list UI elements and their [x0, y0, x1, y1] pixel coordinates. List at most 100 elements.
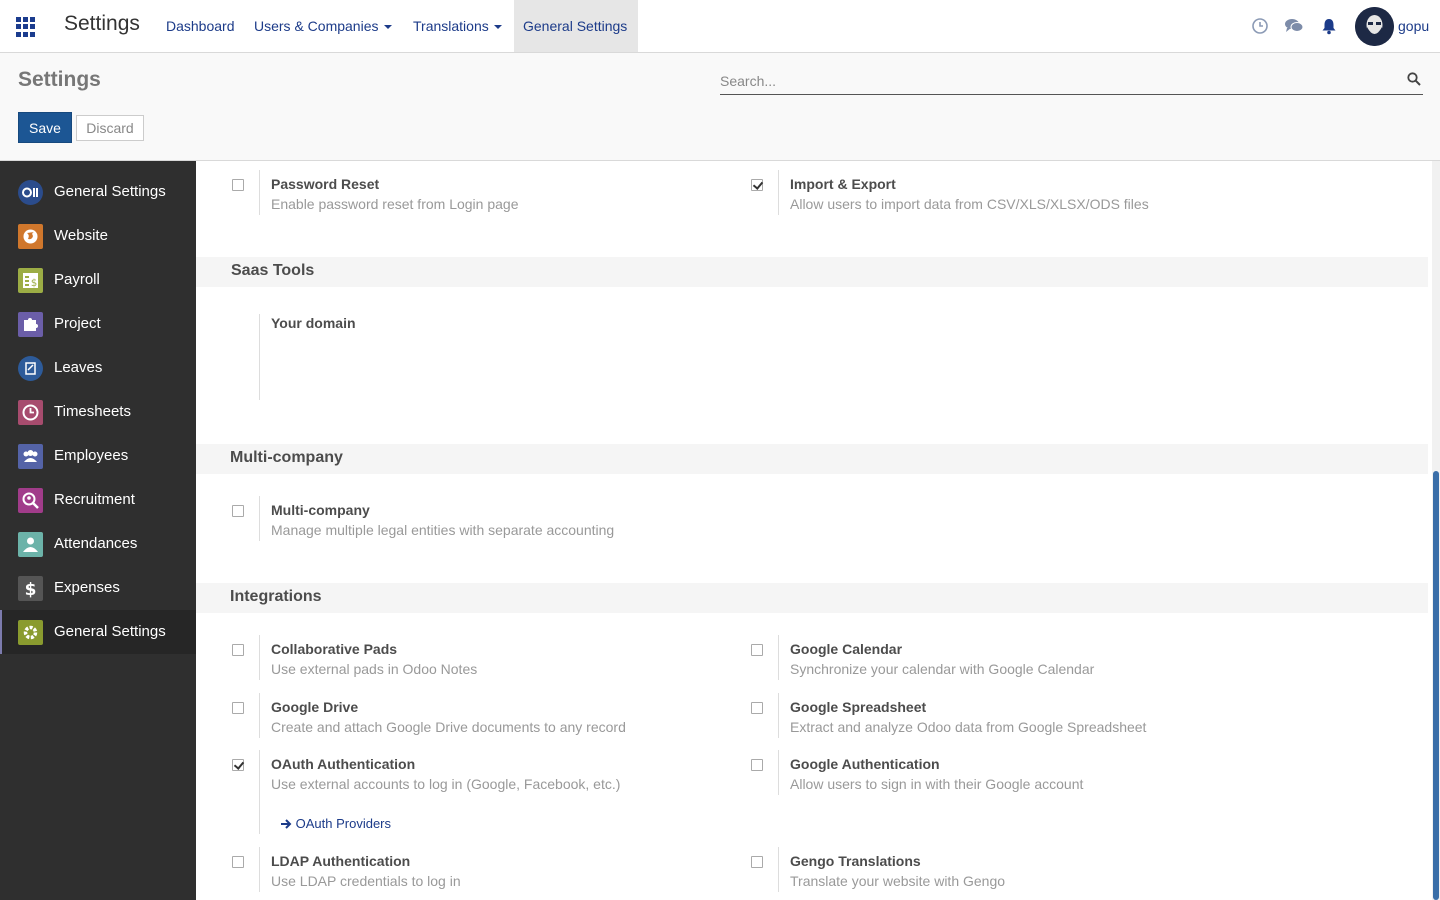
sidebar-item-label: Employees — [54, 447, 129, 464]
search-input[interactable] — [720, 69, 1380, 93]
divider — [778, 693, 779, 738]
sidebar-item-attendances[interactable]: Attendances — [0, 522, 196, 566]
gear-icon — [18, 620, 43, 645]
section-title: Saas Tools — [231, 262, 315, 279]
setting-title: Your domain — [271, 315, 356, 331]
sidebar-item-label: Website — [54, 227, 108, 244]
dollar-icon: $ — [18, 576, 43, 601]
page-title: Settings — [18, 68, 101, 91]
bell-icon[interactable] — [1320, 17, 1338, 35]
section-multi-company: Multi-company — [196, 444, 1428, 474]
people-icon — [18, 444, 43, 469]
svg-text:$: $ — [25, 580, 37, 600]
sidebar-item-general-settings-active[interactable]: General Settings — [0, 610, 196, 654]
sidebar-item-timesheets[interactable]: Timesheets — [0, 390, 196, 434]
menu-translations[interactable]: Translations — [404, 0, 511, 52]
section-saas-tools: Saas Tools — [196, 257, 1428, 287]
setting-title: LDAP Authentication — [271, 853, 411, 869]
user-name[interactable]: gopu — [1398, 18, 1429, 34]
divider — [259, 693, 260, 738]
sidebar-item-label: Leaves — [54, 359, 103, 376]
menu-general-settings[interactable]: General Settings — [514, 0, 638, 52]
menu-users-companies-label: Users & Companies — [254, 18, 379, 34]
import-export-checkbox[interactable] — [751, 179, 763, 191]
discard-button[interactable]: Discard — [76, 115, 144, 141]
sidebar-item-label: Attendances — [54, 535, 138, 552]
oauth-providers-link[interactable]: OAuth Providers — [280, 816, 391, 831]
sidebar-item-project[interactable]: Project — [0, 302, 196, 346]
sidebar-item-payroll[interactable]: $ Payroll — [0, 258, 196, 302]
sidebar-item-website[interactable]: Website — [0, 214, 196, 258]
sidebar-item-label: Expenses — [54, 579, 120, 596]
oauth-providers-label: OAuth Providers — [295, 816, 391, 831]
chat-icon[interactable] — [1284, 17, 1304, 35]
google-authentication-checkbox[interactable] — [751, 759, 763, 771]
setting-description: Enable password reset from Login page — [271, 196, 519, 212]
app-title: Settings — [64, 12, 140, 35]
scrollbar-thumb[interactable] — [1433, 471, 1439, 900]
setting-title: OAuth Authentication — [271, 756, 416, 772]
arrow-right-icon — [281, 819, 292, 829]
magnifier-person-icon — [18, 488, 43, 513]
puzzle-icon — [18, 312, 43, 337]
odoo-logo-icon — [18, 180, 43, 205]
scrollbar[interactable] — [1432, 161, 1440, 900]
section-title: Integrations — [230, 588, 322, 605]
menu-users-companies[interactable]: Users & Companies — [245, 0, 401, 52]
divider — [259, 170, 260, 215]
setting-title: Google Calendar — [790, 641, 903, 657]
google-calendar-checkbox[interactable] — [751, 644, 763, 656]
divider — [778, 170, 779, 215]
settings-sidebar: General Settings Website $ Payroll Proje… — [0, 161, 196, 900]
sidebar-item-label: Project — [54, 315, 101, 332]
attendance-icon — [18, 532, 43, 557]
multi-company-checkbox[interactable] — [232, 505, 244, 517]
setting-title: Import & Export — [790, 176, 896, 192]
google-spreadsheet-checkbox[interactable] — [751, 702, 763, 714]
search-icon[interactable] — [1407, 72, 1421, 86]
settings-content: Password Reset Enable password reset fro… — [196, 161, 1428, 900]
leaves-icon — [18, 356, 43, 381]
google-drive-checkbox[interactable] — [232, 702, 244, 714]
setting-description: Create and attach Google Drive documents… — [271, 719, 626, 735]
sidebar-item-expenses[interactable]: $ Expenses — [0, 566, 196, 610]
collaborative-pads-checkbox[interactable] — [232, 644, 244, 656]
sidebar-item-employees[interactable]: Employees — [0, 434, 196, 478]
setting-description: Manage multiple legal entities with sepa… — [271, 522, 615, 538]
search-bar — [720, 69, 1423, 95]
setting-description: Extract and analyze Odoo data from Googl… — [790, 719, 1147, 735]
divider — [778, 750, 779, 795]
globe-icon — [18, 224, 43, 249]
top-navbar: Settings Dashboard Users & Companies Tra… — [0, 0, 1440, 53]
ldap-authentication-checkbox[interactable] — [232, 856, 244, 868]
svg-text:$: $ — [31, 278, 37, 289]
gengo-translations-checkbox[interactable] — [751, 856, 763, 868]
sidebar-item-general-settings[interactable]: General Settings — [0, 170, 196, 214]
menu-dashboard[interactable]: Dashboard — [157, 0, 244, 52]
setting-title: Password Reset — [271, 176, 380, 192]
divider — [778, 635, 779, 680]
setting-description: Use external accounts to log in (Google,… — [271, 776, 621, 792]
section-integrations: Integrations — [196, 583, 1428, 613]
oauth-authentication-checkbox[interactable] — [232, 759, 244, 771]
caret-down-icon — [493, 25, 502, 30]
control-panel: Settings Save Discard — [0, 53, 1440, 161]
setting-description: Use LDAP credentials to log in — [271, 873, 461, 889]
avatar[interactable] — [1355, 7, 1394, 46]
setting-description: Translate your website with Gengo — [790, 873, 1006, 889]
sidebar-item-label: Recruitment — [54, 491, 135, 508]
activity-clock-icon[interactable] — [1251, 17, 1269, 35]
setting-title: Google Drive — [271, 699, 359, 715]
setting-title: Google Spreadsheet — [790, 699, 927, 715]
setting-title: Collaborative Pads — [271, 641, 398, 657]
save-button[interactable]: Save — [18, 112, 72, 143]
password-reset-checkbox[interactable] — [232, 179, 244, 191]
apps-menu-icon[interactable] — [16, 17, 36, 37]
divider — [778, 847, 779, 892]
setting-description: Synchronize your calendar with Google Ca… — [790, 661, 1095, 677]
sidebar-item-leaves[interactable]: Leaves — [0, 346, 196, 390]
divider — [259, 635, 260, 680]
clock-icon — [18, 400, 43, 425]
payslip-icon: $ — [18, 268, 43, 293]
sidebar-item-recruitment[interactable]: Recruitment — [0, 478, 196, 522]
